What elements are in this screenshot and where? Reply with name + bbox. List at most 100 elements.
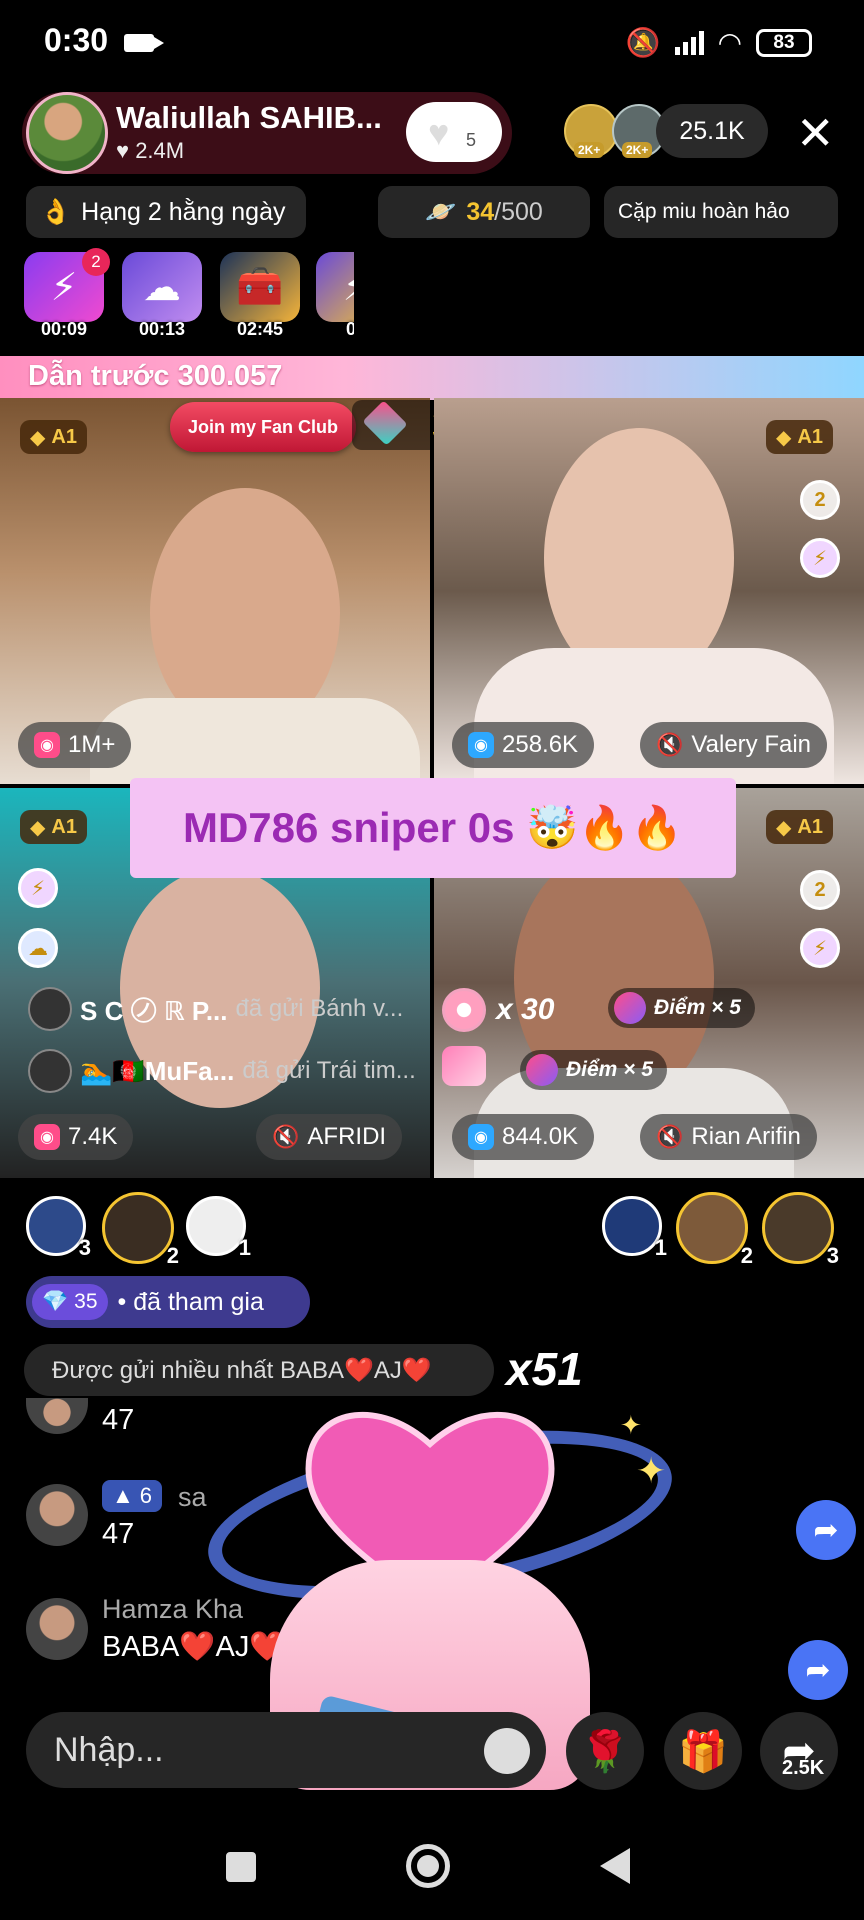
- donut-combo: x 30: [442, 988, 554, 1032]
- gift-timer-2-time: 00:13: [138, 319, 186, 339]
- host-card[interactable]: Waliullah SAHIB... ♥ 2.4M ♥ 5: [22, 92, 512, 174]
- couple-chip[interactable]: Cặp miu hoàn hảo: [604, 186, 838, 238]
- points-combo-2: Điểm × 5: [520, 1050, 667, 1090]
- right-contributor-1[interactable]: 1: [602, 1196, 667, 1260]
- signal-icon: [674, 30, 704, 55]
- join-fan-club-button[interactable]: Join my Fan Club: [170, 402, 356, 452]
- cloud-icon: ☁: [18, 928, 58, 968]
- system-icons: 🔕 ◠ 83: [626, 26, 812, 59]
- gift-icon: ◉: [468, 732, 494, 758]
- commenter-avatar[interactable]: [26, 1598, 88, 1660]
- side-rank-badge: 2: [800, 870, 840, 910]
- level-badge: 💎 35: [32, 1284, 108, 1320]
- host-likes: ♥ 2.4M: [116, 138, 185, 163]
- streamer-name-pill[interactable]: 🔇 Rian Arifin: [640, 1114, 817, 1160]
- host-message-banner: MD786 sniper 0s 🤯🔥🔥: [130, 778, 736, 878]
- side-rank-badge: 2: [800, 480, 840, 520]
- gift-action: đã gửi Trái tim...: [242, 1057, 416, 1084]
- right-contributor-3[interactable]: 3: [762, 1192, 839, 1268]
- battery-icon: 83: [756, 28, 812, 57]
- emoji-icon[interactable]: [484, 1728, 530, 1774]
- streamer-name: Valery Fain: [691, 731, 812, 758]
- level-number: 6: [139, 1483, 153, 1508]
- gift-box-button[interactable]: 🎁: [664, 1712, 742, 1790]
- gift-icon: ◉: [468, 1124, 494, 1150]
- viewer-count[interactable]: 25.1K: [656, 104, 768, 158]
- left-contributor-3[interactable]: 1: [186, 1196, 251, 1260]
- commenter-name: Hamza Kha: [102, 1594, 244, 1624]
- level-number: 35: [74, 1290, 98, 1313]
- score-pill: ◉ 1M+: [18, 722, 132, 768]
- back-icon[interactable]: [600, 1848, 630, 1884]
- comment-input[interactable]: Nhập...: [26, 1712, 546, 1788]
- gift-timer-4[interactable]: ⚡ 00: [316, 252, 354, 340]
- right-contributor-2[interactable]: 2: [676, 1192, 753, 1268]
- tier-label: A1: [51, 815, 77, 838]
- tier-label: A1: [797, 425, 823, 448]
- contributor-rank: 2: [740, 1243, 753, 1268]
- recent-apps-icon[interactable]: [226, 1852, 256, 1882]
- sender-name: 🏊🇦🇫MuFa...: [80, 1055, 235, 1086]
- clock: 0:30: [44, 22, 109, 58]
- share-comment-icon[interactable]: ➦: [796, 1500, 856, 1560]
- gift-icon: ◉: [34, 1124, 60, 1150]
- share-count: 2.5K: [782, 1757, 825, 1779]
- comment-text: 47: [102, 1518, 135, 1550]
- daily-rank-chip[interactable]: 👌 Hạng 2 hằng ngày: [26, 186, 306, 238]
- score-pill: ◉ 7.4K: [18, 1114, 134, 1160]
- streamer-name-pill[interactable]: 🔇 AFRIDI: [256, 1114, 403, 1160]
- battle-tile-1[interactable]: ◆ A1 ◉ 1M+: [0, 398, 430, 784]
- close-icon[interactable]: ✕: [796, 106, 835, 160]
- share-comment-icon[interactable]: ➦: [788, 1640, 848, 1700]
- wifi-icon: ◠: [717, 27, 742, 58]
- gift-timer-1[interactable]: ⚡ 00:09 2: [24, 248, 110, 340]
- gift-feed-item: S C ㋨ ℝ P... đã gửi Bánh v...: [28, 982, 403, 1036]
- host-avatar[interactable]: [26, 92, 108, 174]
- couple-label: Cặp miu hoàn hảo: [618, 200, 790, 223]
- host-likes-count: 2.4M: [135, 138, 185, 163]
- contributor-rank: 1: [654, 1235, 667, 1260]
- most-sent-gift: Được gửi nhiều nhất BABA❤️AJ❤️: [24, 1344, 494, 1396]
- score-value: 7.4K: [68, 1123, 118, 1150]
- gift-timer-2[interactable]: ☁ 00:13: [122, 252, 202, 340]
- tier-label: A1: [797, 815, 823, 838]
- planet-icon: 🪐: [425, 197, 457, 226]
- viewer-badge-1: 2K+: [574, 142, 605, 158]
- left-contributor-2[interactable]: 2: [102, 1192, 179, 1268]
- host-name: Waliullah SAHIB...: [116, 100, 382, 135]
- gift-timer-3[interactable]: 🧰 02:45: [220, 252, 300, 340]
- join-text: • đã tham gia: [117, 1287, 264, 1316]
- goal-progress-chip[interactable]: 🪐 34/500: [378, 186, 590, 238]
- sender-avatar: [28, 987, 72, 1031]
- follow-button[interactable]: ♥ 5: [406, 102, 502, 162]
- tier-label: A1: [51, 425, 77, 448]
- sparkle-icon: ✦: [636, 1450, 667, 1491]
- rose-gift-button[interactable]: 🌹: [566, 1712, 644, 1790]
- sender-avatar: [28, 1049, 72, 1093]
- flame-icon: 👌: [40, 197, 72, 226]
- donut-combo-count: x 30: [496, 993, 555, 1026]
- treasure-chest-icon: 🧰: [220, 252, 300, 322]
- join-notification: 💎 35 • đã tham gia: [26, 1276, 310, 1328]
- top-viewer-avatar-1[interactable]: 2K+: [564, 104, 618, 158]
- lead-bar: Dẫn trước 300.057: [0, 356, 864, 400]
- donut-icon: [442, 988, 486, 1032]
- boost-icon: ⚡: [800, 538, 840, 578]
- battle-tile-2[interactable]: ◆ A1 2 ⚡ ◉ 258.6K 🔇 Valery Fain: [434, 398, 864, 784]
- commenter-avatar[interactable]: [26, 1484, 88, 1546]
- contributor-rank: 3: [826, 1243, 839, 1268]
- streamer-name-pill[interactable]: 🔇 Valery Fain: [640, 722, 828, 768]
- sparkle-icon: ✦: [620, 1410, 642, 1440]
- streamer-name: Rian Arifin: [691, 1123, 801, 1150]
- tier-badge: ◆ A1: [766, 810, 833, 844]
- points-combo-1: Điểm × 5: [608, 988, 755, 1028]
- points-label: Điểm × 5: [566, 1058, 653, 1081]
- score-value: 844.0K: [502, 1123, 579, 1150]
- goal-total: /500: [494, 197, 543, 226]
- commenter-avatar[interactable]: [26, 1398, 88, 1434]
- viewer-badge-2: 2K+: [622, 142, 653, 158]
- gift-timer-4-time: 00: [345, 319, 354, 339]
- home-icon[interactable]: [406, 1844, 450, 1888]
- gift-feed-item: 🏊🇦🇫MuFa... đã gửi Trái tim...: [28, 1044, 416, 1098]
- left-contributor-1[interactable]: 3: [26, 1196, 91, 1260]
